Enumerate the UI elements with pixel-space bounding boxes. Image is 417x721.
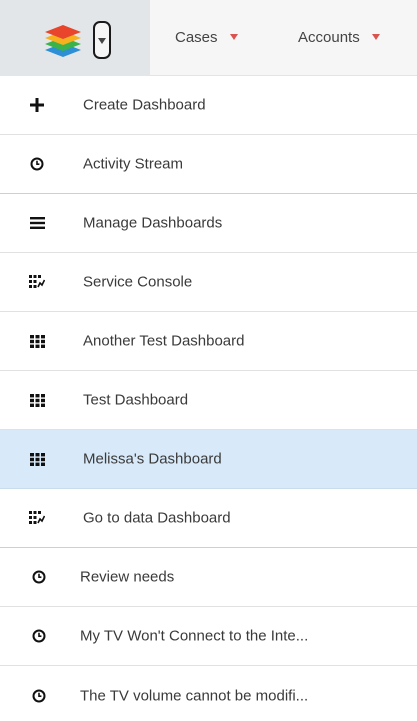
menu-item-label: Service Console	[83, 273, 193, 291]
chevron-down-icon	[98, 38, 106, 44]
menu-item-service-console[interactable]: Service Console	[0, 253, 417, 312]
menu-item-label: Test Dashboard	[83, 391, 189, 409]
clock-icon	[30, 687, 48, 705]
home-menu-area	[0, 0, 150, 76]
menu-item-activity-stream[interactable]: Activity Stream	[0, 135, 417, 194]
caret-down-icon[interactable]	[229, 34, 238, 40]
home-menu-toggle-button[interactable]	[93, 21, 111, 59]
clock-icon	[30, 627, 48, 645]
dashboard-dropdown-menu: Create Dashboard Activity Stream Manage …	[0, 76, 417, 721]
clock-icon	[28, 155, 46, 173]
grid-icon	[28, 450, 46, 468]
tab-accounts[interactable]: Accounts	[298, 26, 380, 50]
menu-item-manage-dashboards[interactable]: Manage Dashboards	[0, 194, 417, 253]
menu-item-another-test-dashboard[interactable]: Another Test Dashboard	[0, 312, 417, 371]
menu-item-label: Go to data Dashboard	[83, 509, 231, 527]
menu-item-recent-tv-volume[interactable]: The TV volume cannot be modifi...	[0, 666, 417, 721]
tab-accounts-label: Accounts	[298, 29, 360, 46]
menu-item-test-dashboard[interactable]: Test Dashboard	[0, 371, 417, 430]
menu-item-label: Manage Dashboards	[83, 214, 223, 232]
top-navigation-bar: Cases Accounts	[0, 0, 417, 76]
menu-item-label: Melissa's Dashboard	[83, 450, 222, 468]
tab-cases-label: Cases	[175, 29, 218, 46]
tab-cases[interactable]: Cases	[175, 26, 238, 50]
menu-item-label: Create Dashboard	[83, 96, 206, 114]
layers-logo-icon[interactable]	[44, 22, 82, 60]
menu-item-label: Another Test Dashboard	[83, 332, 245, 350]
caret-down-icon[interactable]	[371, 34, 380, 40]
grid-chart-icon	[28, 273, 46, 291]
clock-icon	[30, 568, 48, 586]
list-icon	[28, 214, 46, 232]
menu-item-recent-tv-connect[interactable]: My TV Won't Connect to the Inte...	[0, 607, 417, 666]
menu-item-label: My TV Won't Connect to the Inte...	[80, 627, 309, 645]
grid-icon	[28, 391, 46, 409]
plus-icon	[28, 96, 46, 114]
grid-chart-icon	[28, 509, 46, 527]
menu-item-recent-review-needs[interactable]: Review needs	[0, 548, 417, 607]
menu-item-go-to-data-dashboard[interactable]: Go to data Dashboard	[0, 489, 417, 548]
menu-item-label: The TV volume cannot be modifi...	[80, 687, 309, 704]
menu-item-create-dashboard[interactable]: Create Dashboard	[0, 76, 417, 135]
menu-item-label: Activity Stream	[83, 155, 184, 173]
menu-item-label: Review needs	[80, 568, 175, 586]
menu-item-melissas-dashboard[interactable]: Melissa's Dashboard	[0, 430, 417, 489]
grid-icon	[28, 332, 46, 350]
